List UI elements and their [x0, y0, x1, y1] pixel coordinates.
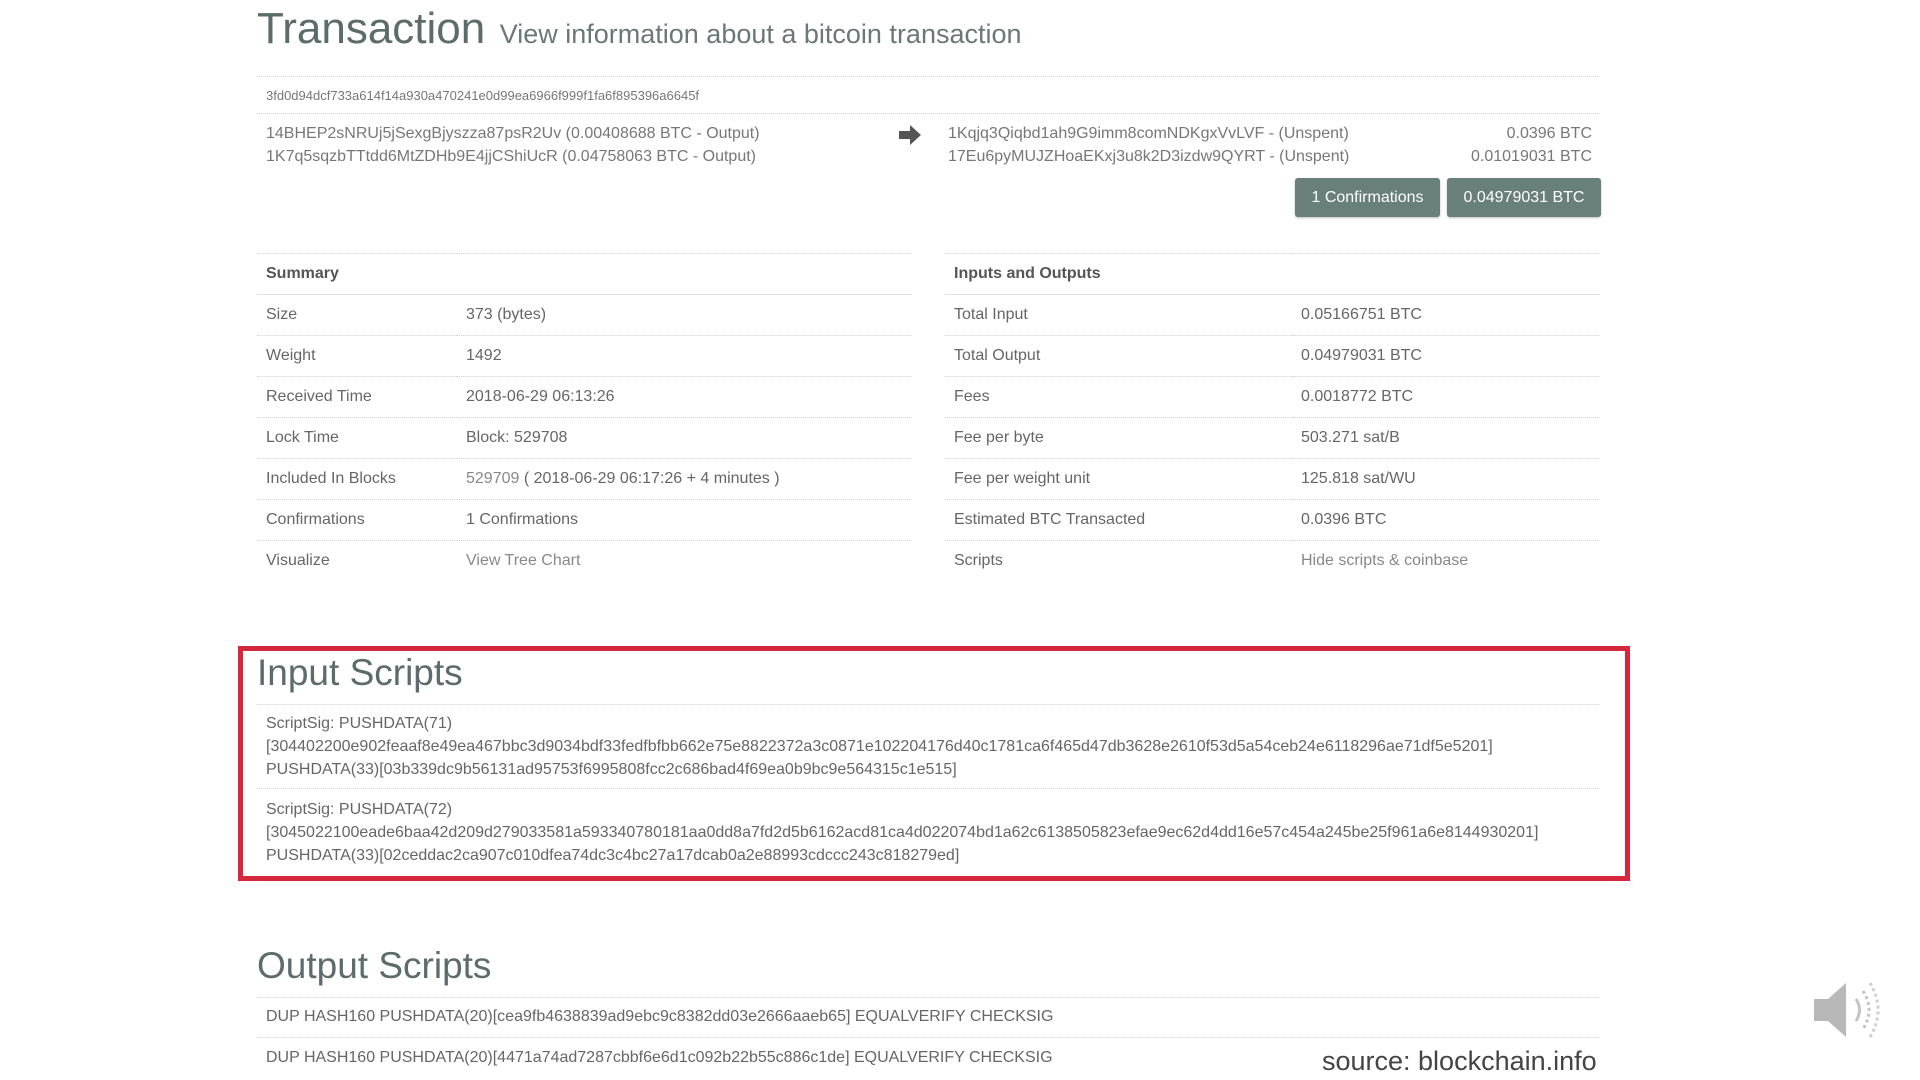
table-row: Total Output 0.04979031 BTC — [945, 335, 1600, 377]
divider — [257, 1037, 1600, 1038]
page-subtitle: View information about a bitcoin transac… — [499, 19, 1022, 49]
output-address-2[interactable]: 17Eu6pyMUJZHoaEKxj3u8k2D3izdw9QYRT - (Un… — [948, 148, 1349, 166]
output-address-1[interactable]: 1Kqjq3Qiqbd1ah9G9imm8comNDKgxVvLVF - (Un… — [948, 125, 1349, 143]
table-row: Visualize View Tree Chart — [257, 541, 912, 582]
io-value-total-output: 0.04979031 BTC — [1292, 335, 1600, 377]
output-script-2: DUP HASH160 PUSHDATA(20)[4471a74ad7287cb… — [266, 1049, 1053, 1066]
table-row: Included In Blocks 529709 ( 2018-06-29 0… — [257, 458, 912, 500]
page-header: Transaction View information about a bit… — [257, 4, 1022, 54]
script-line: ScriptSig: PUSHDATA(72) — [266, 801, 453, 818]
output-scripts-title: Output Scripts — [257, 945, 492, 986]
speaker-icon[interactable] — [1810, 975, 1885, 1045]
block-time-text: ( 2018-06-29 06:17:26 + 4 minutes ) — [519, 470, 780, 487]
script-line: PUSHDATA(33)[02ceddac2ca907c010dfea74dc3… — [266, 847, 960, 864]
table-row: Size 373 (bytes) — [257, 294, 912, 336]
divider — [257, 788, 1600, 789]
summary-value-received-time: 2018-06-29 06:13:26 — [457, 376, 912, 418]
table-row: Scripts Hide scripts & coinbase — [945, 541, 1600, 582]
io-value-total-input: 0.05166751 BTC — [1292, 294, 1600, 336]
summary-value-lock-time: Block: 529708 — [457, 417, 912, 459]
script-line: [304402200e902feaaf8e49ea467bbc3d9034bdf… — [266, 738, 1493, 755]
summary-value-included-in-blocks: 529709 ( 2018-06-29 06:17:26 + 4 minutes… — [457, 458, 912, 500]
output-script-1: DUP HASH160 PUSHDATA(20)[cea9fb4638839ad… — [266, 1008, 1054, 1025]
table-row: Received Time 2018-06-29 06:13:26 — [257, 376, 912, 418]
summary-label-size: Size — [257, 294, 457, 336]
table-row: Total Input 0.05166751 BTC — [945, 294, 1600, 336]
input-scripts-title: Input Scripts — [257, 652, 463, 693]
divider — [257, 113, 1600, 114]
transaction-hash-link[interactable]: 3fd0d94dcf733a614f14a930a470241e0d99ea69… — [266, 88, 699, 103]
table-row: Fee per weight unit 125.818 sat/WU — [945, 458, 1600, 500]
summary-value-size: 373 (bytes) — [457, 294, 912, 336]
script-line: PUSHDATA(33)[03b339dc9b56131ad95753f6995… — [266, 761, 957, 778]
divider — [257, 704, 1600, 705]
divider — [257, 76, 1600, 77]
io-label-estimated-btc: Estimated BTC Transacted — [945, 499, 1292, 541]
summary-value-confirmations: 1 Confirmations — [457, 499, 912, 541]
summary-label-included-in-blocks: Included In Blocks — [257, 458, 457, 500]
io-label-total-output: Total Output — [945, 335, 1292, 377]
source-caption: source: blockchain.info — [1322, 1046, 1597, 1076]
total-amount-button[interactable]: 0.04979031 BTC — [1447, 178, 1601, 217]
view-tree-chart-link[interactable]: View Tree Chart — [457, 541, 912, 582]
output-amount-1: 0.0396 BTC — [1506, 125, 1592, 142]
divider — [257, 997, 1600, 998]
io-label-fee-per-weight-unit: Fee per weight unit — [945, 458, 1292, 500]
io-label-fees: Fees — [945, 376, 1292, 418]
table-row: Confirmations 1 Confirmations — [257, 499, 912, 541]
table-row: Weight 1492 — [257, 335, 912, 377]
input-address-2[interactable]: 1K7q5sqzbTTtdd6MtZDHb9E4jjCShiUcR (0.047… — [266, 148, 756, 166]
io-value-fee-per-weight-unit: 125.818 sat/WU — [1292, 458, 1600, 500]
table-row: Lock Time Block: 529708 — [257, 417, 912, 459]
summary-table: Summary Size 373 (bytes) Weight 1492 Rec… — [257, 253, 912, 581]
io-label-scripts: Scripts — [954, 552, 1003, 569]
block-link[interactable]: 529709 — [466, 470, 519, 487]
table-row: Fees 0.0018772 BTC — [945, 376, 1600, 418]
input-script-1: ScriptSig: PUSHDATA(71) [304402200e902fe… — [266, 712, 1493, 781]
summary-label-lock-time: Lock Time — [257, 417, 457, 459]
summary-heading: Summary — [257, 253, 912, 295]
io-label-total-input: Total Input — [945, 294, 1292, 336]
script-line: ScriptSig: PUSHDATA(71) — [266, 715, 453, 732]
table-row: Estimated BTC Transacted 0.0396 BTC — [945, 499, 1600, 541]
io-value-fee-per-byte: 503.271 sat/B — [1292, 417, 1600, 459]
summary-value-weight: 1492 — [457, 335, 912, 377]
summary-label-visualize: Visualize — [266, 552, 330, 569]
table-row: Fee per byte 503.271 sat/B — [945, 417, 1600, 459]
arrow-right-icon — [899, 125, 921, 145]
input-address-1[interactable]: 14BHEP2sNRUj5jSexgBjyszza87psR2Uv (0.004… — [266, 125, 760, 143]
page-title: Transaction — [257, 4, 486, 53]
summary-label-confirmations: Confirmations — [257, 499, 457, 541]
summary-label-received-time: Received Time — [257, 376, 457, 418]
io-label-fee-per-byte: Fee per byte — [945, 417, 1292, 459]
inputs-outputs-table: Inputs and Outputs Total Input 0.0516675… — [945, 253, 1600, 581]
hide-scripts-link[interactable]: Hide scripts & coinbase — [1292, 541, 1600, 582]
output-amount-2: 0.01019031 BTC — [1471, 148, 1592, 165]
io-heading: Inputs and Outputs — [945, 253, 1600, 295]
confirmations-button[interactable]: 1 Confirmations — [1295, 178, 1440, 217]
summary-label-weight: Weight — [257, 335, 457, 377]
io-value-fees: 0.0018772 BTC — [1292, 376, 1600, 418]
input-script-2: ScriptSig: PUSHDATA(72) [3045022100eade6… — [266, 798, 1538, 867]
io-value-estimated-btc: 0.0396 BTC — [1292, 499, 1600, 541]
script-line: [3045022100eade6baa42d209d279033581a5933… — [266, 824, 1539, 841]
